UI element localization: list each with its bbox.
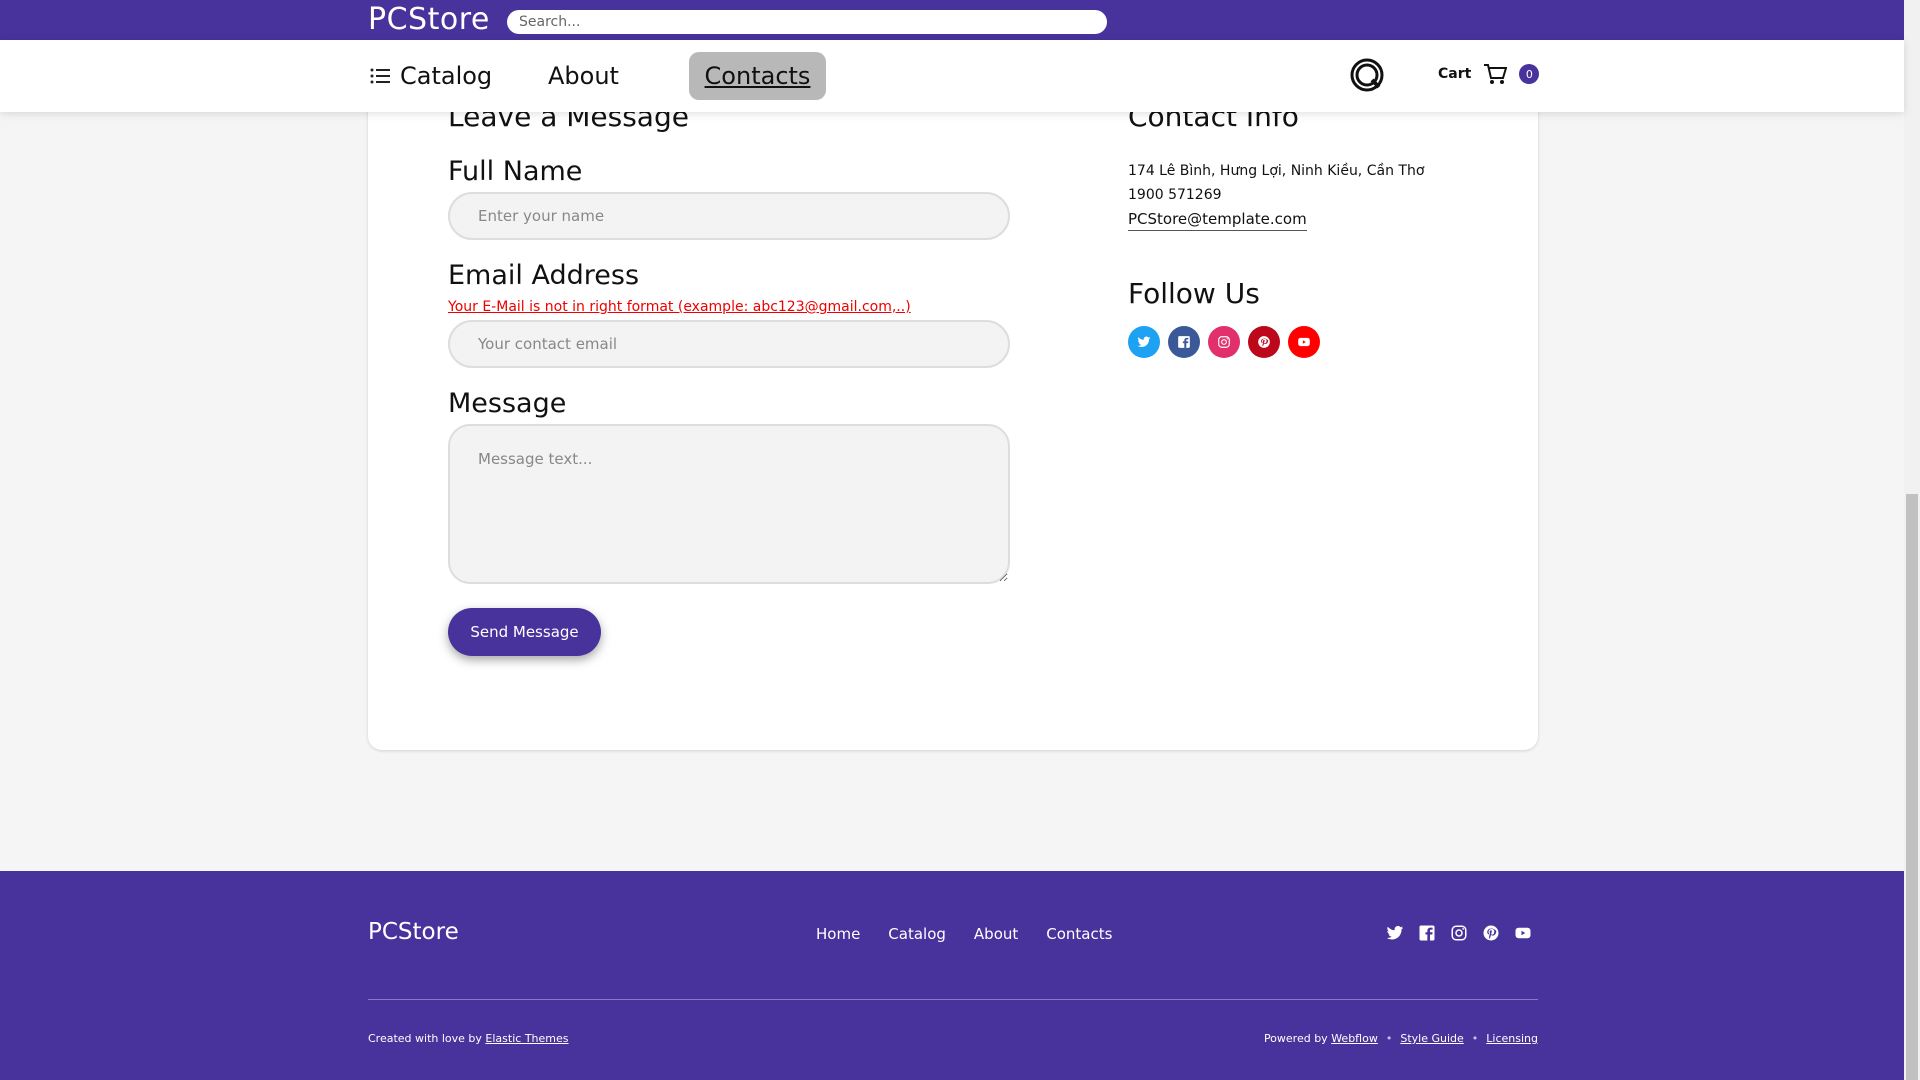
name-label: Full Name — [448, 156, 583, 187]
created-text: Created with love by — [368, 1032, 486, 1045]
message-label: Message — [448, 388, 567, 419]
youtube-icon[interactable] — [1288, 326, 1320, 358]
account-icon[interactable] — [1350, 58, 1384, 92]
footer-link-catalog[interactable]: Catalog — [888, 925, 946, 943]
email-label: Email Address — [448, 260, 640, 291]
footer: PCStore Home Catalog About Contacts Crea… — [0, 871, 1904, 1080]
search-input[interactable] — [507, 10, 1107, 34]
footer-link-contacts[interactable]: Contacts — [1046, 925, 1112, 943]
footer-link-home[interactable]: Home — [816, 925, 860, 943]
cart-button[interactable]: Cart 0 — [1438, 63, 1540, 85]
elastic-themes-link[interactable]: Elastic Themes — [485, 1032, 568, 1045]
contact-address: 174 Lê Bình, Hưng Lợi, Ninh Kiều, Cần Th… — [1128, 163, 1425, 179]
nav-catalog-label: Catalog — [400, 62, 493, 90]
nav-contacts[interactable]: Contacts — [689, 52, 826, 100]
twitter-icon[interactable] — [1128, 326, 1160, 358]
separator-dot: • — [1385, 1032, 1393, 1045]
footer-social-links — [1386, 924, 1532, 942]
message-textarea[interactable] — [448, 424, 1010, 584]
nav-bar: Catalog About Contacts — [0, 40, 1904, 112]
licensing-link[interactable]: Licensing — [1486, 1032, 1538, 1045]
footer-divider — [368, 999, 1538, 1000]
style-guide-link[interactable]: Style Guide — [1400, 1032, 1463, 1045]
powered-text: Powered by — [1263, 1032, 1332, 1045]
cart-label: Cart — [1438, 66, 1472, 82]
nav-catalog[interactable]: Catalog — [370, 52, 492, 100]
separator-dot: • — [1471, 1032, 1479, 1045]
cart-icon — [1484, 64, 1508, 84]
nav-about[interactable]: About — [548, 52, 619, 100]
brand-logo[interactable]: PCStore — [368, 2, 490, 37]
facebook-icon[interactable] — [1168, 326, 1200, 358]
top-bar: PCStore — [0, 0, 1904, 40]
contact-phone: 1900 571269 — [1128, 187, 1222, 203]
pinterest-icon[interactable] — [1248, 326, 1280, 358]
facebook-icon[interactable] — [1418, 924, 1436, 942]
pinterest-icon[interactable] — [1482, 924, 1500, 942]
footer-nav: Home Catalog About Contacts — [816, 925, 1112, 943]
youtube-icon[interactable] — [1514, 924, 1532, 942]
page-scrollbar[interactable] — [1904, 0, 1920, 1080]
footer-credits: Created with love by Elastic Themes — [368, 1032, 569, 1045]
footer-link-about[interactable]: About — [974, 925, 1018, 943]
instagram-icon[interactable] — [1450, 924, 1468, 942]
webflow-link[interactable]: Webflow — [1331, 1032, 1378, 1045]
email-error-message: Your E-Mail is not in right format (exam… — [448, 299, 911, 315]
email-input[interactable] — [448, 320, 1010, 368]
footer-brand[interactable]: PCStore — [368, 919, 459, 945]
follow-us-title: Follow Us — [1128, 277, 1260, 310]
footer-legal: Powered by Webflow • Style Guide • Licen… — [1264, 1032, 1538, 1045]
instagram-icon[interactable] — [1208, 326, 1240, 358]
name-input[interactable] — [448, 192, 1010, 240]
send-message-button[interactable]: Send Message — [448, 608, 601, 656]
twitter-icon[interactable] — [1386, 924, 1404, 942]
list-icon — [370, 68, 390, 84]
scrollbar-thumb[interactable] — [1906, 494, 1918, 1080]
cart-count-badge: 0 — [1519, 64, 1540, 84]
contact-email-link[interactable]: PCStore@template.com — [1128, 210, 1307, 231]
